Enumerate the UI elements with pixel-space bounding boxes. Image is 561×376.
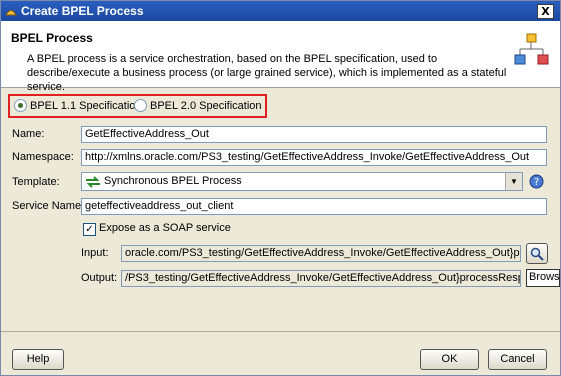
radio-bpel-20-label: BPEL 2.0 Specification	[150, 99, 262, 112]
page-title: BPEL Process	[11, 31, 93, 45]
expose-soap-label: Expose as a SOAP service	[99, 222, 231, 234]
browse-tooltip: Browse	[526, 269, 560, 287]
title-bar[interactable]: Create BPEL Process X	[1, 1, 560, 21]
template-value: Synchronous BPEL Process	[104, 175, 242, 187]
header-panel: BPEL Process A BPEL process is a service…	[1, 21, 560, 93]
input-label: Input:	[81, 247, 109, 259]
jdeveloper-icon	[5, 10, 17, 16]
sync-process-icon	[86, 176, 100, 188]
input-field[interactable]: oracle.com/PS3_testing/GetEffectiveAddre…	[121, 245, 521, 262]
expose-soap-checkbox[interactable]: ✓	[83, 223, 96, 236]
bpel-graphic-icon	[514, 33, 549, 65]
create-bpel-dialog: Create BPEL Process X BPEL Process A BPE…	[0, 0, 561, 376]
radio-bpel-11-label: BPEL 1.1 Specification	[30, 99, 142, 112]
template-select[interactable]: Synchronous BPEL Process ▼	[81, 172, 523, 191]
name-label: Name:	[12, 128, 45, 140]
page-description: A BPEL process is a service orchestratio…	[27, 53, 507, 93]
output-label: Output:	[81, 272, 118, 284]
search-icon	[530, 247, 544, 261]
ok-button[interactable]: OK	[420, 349, 479, 370]
svg-text:?: ?	[534, 177, 539, 188]
help-icon[interactable]: ?	[529, 174, 544, 189]
radio-selected-icon[interactable]	[14, 99, 27, 112]
name-field[interactable]: GetEffectiveAddress_Out	[81, 126, 547, 143]
cancel-button[interactable]: Cancel	[488, 349, 547, 370]
window-title: Create BPEL Process	[21, 4, 144, 18]
chevron-down-icon[interactable]: ▼	[505, 173, 522, 190]
namespace-field[interactable]: http://xmlns.oracle.com/PS3_testing/GetE…	[81, 149, 547, 166]
radio-bpel-11[interactable]: BPEL 1.1 Specification	[14, 99, 142, 112]
close-button[interactable]: X	[537, 4, 554, 19]
template-label: Template:	[12, 176, 60, 188]
search-button[interactable]	[526, 243, 548, 264]
output-field[interactable]: /PS3_testing/GetEffectiveAddress_Invoke/…	[121, 270, 521, 287]
spec-radio-group: BPEL 1.1 Specification BPEL 2.0 Specific…	[8, 94, 267, 118]
footer-divider	[1, 331, 560, 332]
service-name-label: Service Name:	[12, 200, 85, 212]
namespace-label: Namespace:	[12, 151, 74, 163]
help-button[interactable]: Help	[12, 349, 64, 370]
radio-unselected-icon[interactable]	[134, 99, 147, 112]
service-name-field[interactable]: geteffectiveaddress_out_client	[81, 198, 547, 215]
radio-bpel-20[interactable]: BPEL 2.0 Specification	[134, 99, 262, 112]
